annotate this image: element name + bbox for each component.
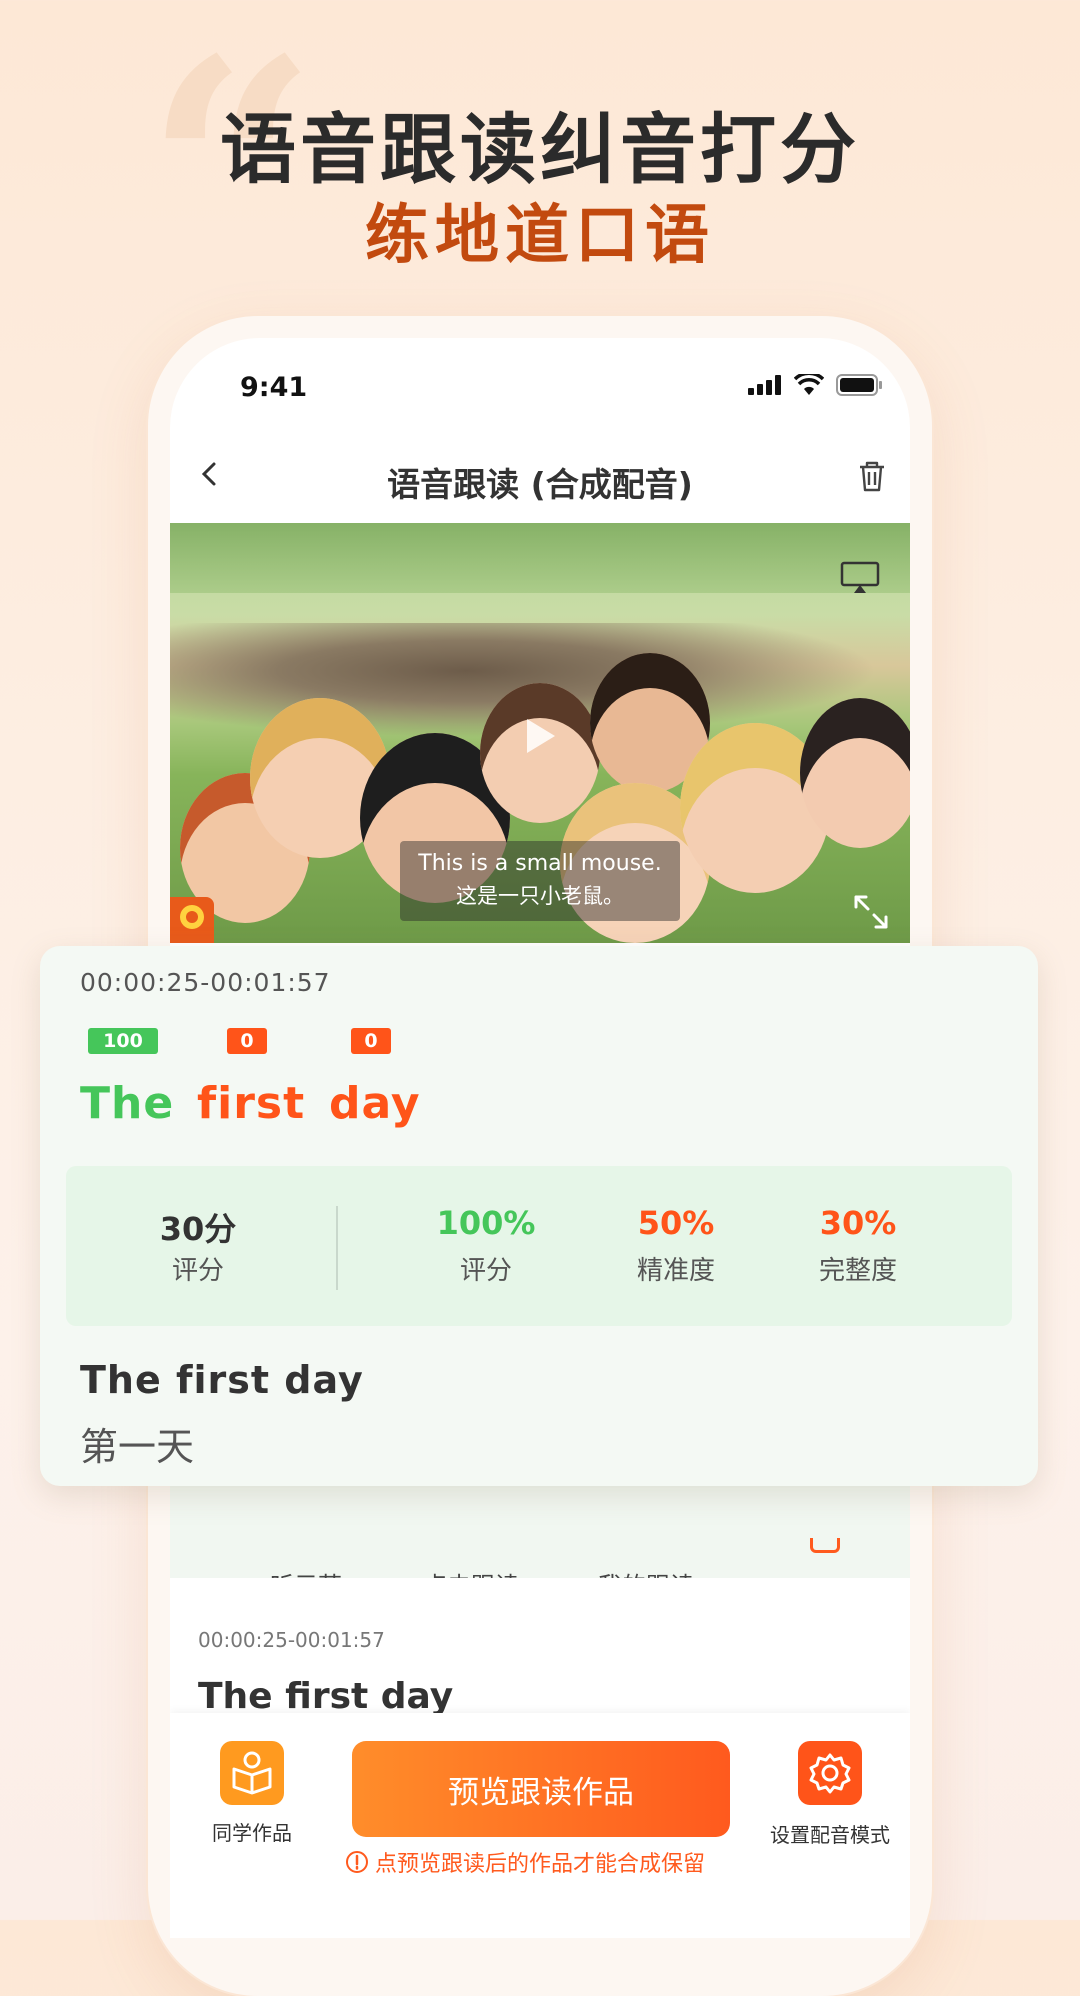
page-title: 语音跟读 (合成配音) <box>387 465 693 504</box>
dubbing-mode-label[interactable]: 设置配音模式 <box>750 1819 910 1848</box>
rating-label: 评分 <box>459 1256 512 1286</box>
word-score-badge: 0 <box>351 1028 391 1054</box>
word-score-badge: 100 <box>88 1028 158 1054</box>
accuracy-label: 精准度 <box>636 1256 715 1286</box>
screen-cast-icon[interactable] <box>840 561 880 595</box>
play-icon[interactable] <box>515 713 561 759</box>
completeness-label: 完整度 <box>818 1256 897 1286</box>
scored-word[interactable]: day <box>329 1078 421 1129</box>
bottom-action-bar: 同学作品 预览跟读作品 设置配音模式 <box>170 1713 910 1938</box>
preview-note-text: 点预览跟读后的作品才能合成保留 <box>375 1852 706 1877</box>
preview-reading-button[interactable]: 预览跟读作品 <box>352 1741 730 1837</box>
battery-icon <box>836 374 882 396</box>
sentence-chinese: 第一天 <box>80 1425 195 1469</box>
trash-icon[interactable] <box>854 458 890 494</box>
scored-word[interactable]: The <box>80 1078 174 1129</box>
cellular-signal-icon <box>748 375 781 395</box>
app-logo <box>170 897 214 943</box>
score-card-time: 00:00:25-00:01:57 <box>80 968 331 997</box>
settings-gear-icon[interactable] <box>798 1741 862 1805</box>
warning-circle-icon <box>346 1851 368 1873</box>
video-background-trees <box>170 523 910 593</box>
wifi-icon <box>794 374 824 395</box>
score-card: 00:00:25-00:01:57 100 0 0 The first day … <box>40 946 1038 1486</box>
classmates-works-icon[interactable] <box>220 1741 284 1805</box>
stats-divider <box>336 1206 338 1290</box>
preview-note: 点预览跟读后的作品才能合成保留 <box>345 1846 905 1878</box>
scored-word[interactable]: first <box>197 1078 305 1129</box>
record-indicator <box>810 1538 840 1553</box>
sentence-english: The first day <box>80 1358 364 1402</box>
list-item-time: 00:00:25-00:01:57 <box>198 1628 385 1652</box>
status-icons <box>748 374 882 396</box>
video-player[interactable]: This is a small mouse. 这是一只小老鼠。 <box>170 523 910 943</box>
list-item-text[interactable]: The first day <box>198 1676 453 1717</box>
rating-value: 100% <box>436 1204 536 1242</box>
subtitle-english: This is a small mouse. <box>418 851 662 876</box>
word-score-badge: 0 <box>227 1028 267 1054</box>
completeness-value: 30% <box>819 1204 897 1242</box>
promo-subheadline: 练地道口语 <box>365 199 715 273</box>
illustration-child <box>800 698 910 848</box>
score-stats-panel: 30分 评分 100% 评分 50% 精准度 30% 完整度 <box>66 1166 1012 1326</box>
classmates-works-label[interactable]: 同学作品 <box>190 1817 314 1846</box>
status-time: 9:41 <box>240 372 308 403</box>
accuracy-value: 50% <box>637 1204 715 1242</box>
total-score-value: 30分 <box>159 1210 237 1248</box>
total-score-label: 评分 <box>171 1256 224 1286</box>
fullscreen-icon[interactable] <box>850 891 892 933</box>
subtitle-chinese: 这是一只小老鼠。 <box>456 884 624 908</box>
video-subtitle: This is a small mouse. 这是一只小老鼠。 <box>400 841 680 921</box>
promo-headline: 语音跟读纠音打分 <box>220 105 860 194</box>
